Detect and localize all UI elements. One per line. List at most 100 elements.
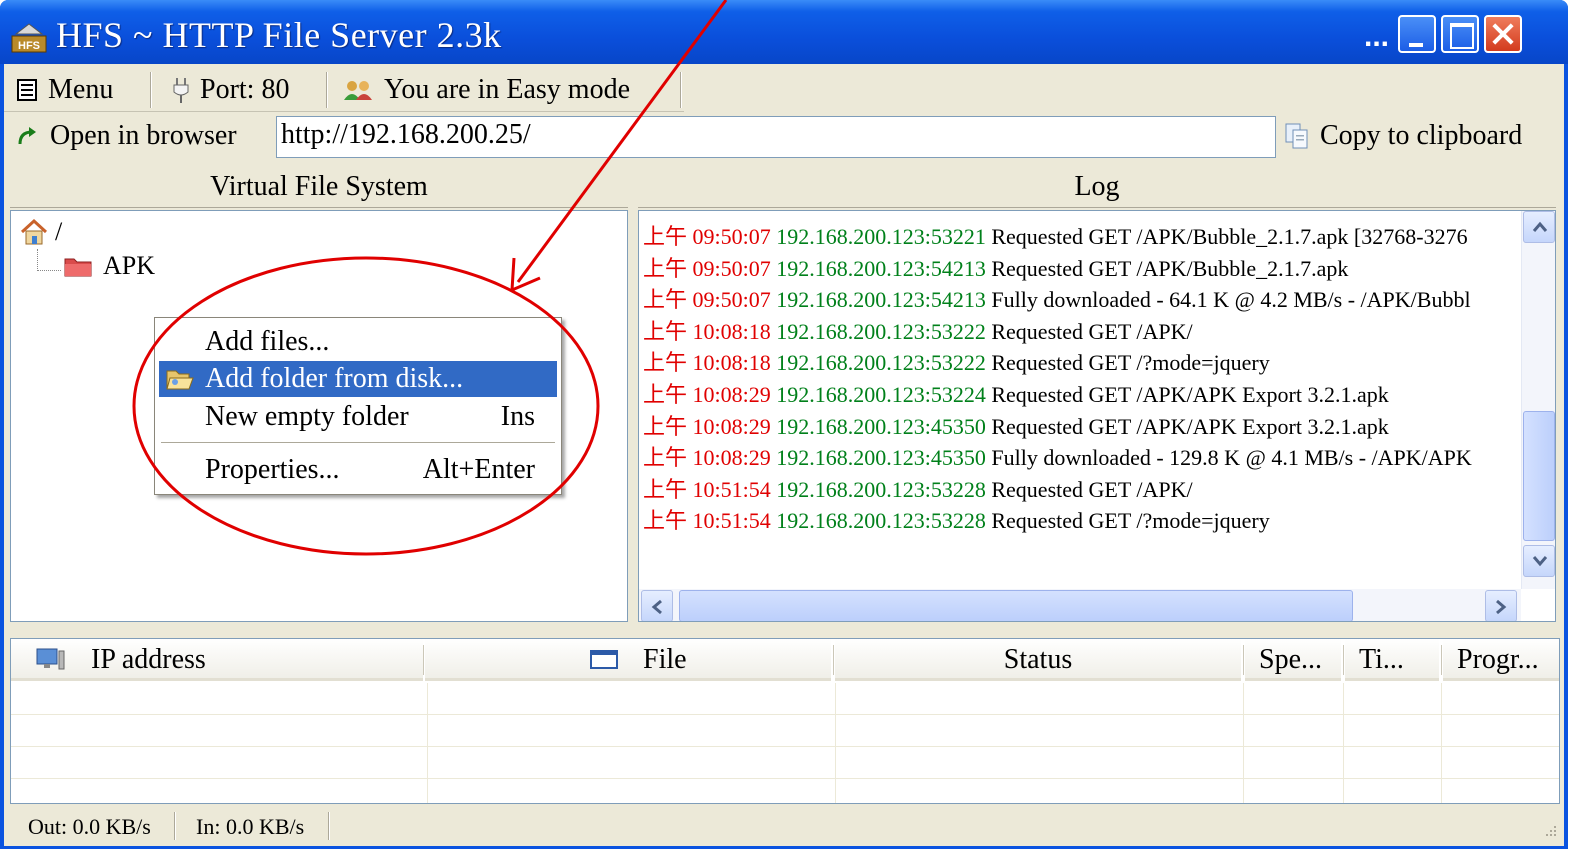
menu-item-label: Add folder from disk... (205, 363, 464, 394)
scroll-right-button[interactable] (1485, 590, 1517, 621)
log-ip: 192.168.200.123:45350 (776, 413, 986, 439)
log-ip: 192.168.200.123:54213 (776, 287, 986, 313)
log-entry: 上午 10:51:54 192.168.200.123:53228 Reques… (643, 472, 1193, 504)
column-label: File (643, 644, 687, 675)
column-separator (833, 645, 834, 675)
scroll-up-button[interactable] (1523, 211, 1555, 243)
log-entry: 上午 10:08:18 192.168.200.123:53222 Reques… (643, 314, 1193, 346)
menu-item-new-empty-folder[interactable]: New empty folder Ins (159, 399, 557, 435)
log-entry: 上午 09:50:07 192.168.200.123:54213 Fully … (643, 282, 1471, 314)
menu-button[interactable]: Menu (16, 74, 113, 106)
log-entry: 上午 10:08:29 192.168.200.123:45350 Reques… (643, 409, 1389, 441)
column-separator (1243, 645, 1244, 675)
log-ip: 192.168.200.123:54213 (776, 255, 986, 281)
log-time: 上午 10:51:54 (643, 508, 771, 534)
title-menu-dots[interactable]: ... (1364, 20, 1389, 54)
log-ip: 192.168.200.123:53222 (776, 350, 986, 376)
log-panel[interactable]: 上午 09:50:07 192.168.200.123:53221 Reques… (638, 210, 1556, 622)
status-bar: Out: 0.0 KB/s In: 0.0 KB/s (4, 806, 1564, 846)
url-field[interactable]: http://192.168.200.25/ (276, 116, 1276, 158)
log-ip: 192.168.200.123:53224 (776, 382, 986, 407)
column-speed[interactable]: Spe... (1245, 639, 1341, 681)
tree-connector (37, 249, 61, 271)
open-arrow-icon (18, 127, 36, 145)
column-progress[interactable]: Progr... (1443, 639, 1559, 681)
chevron-up-icon (1532, 221, 1548, 232)
open-in-browser-button[interactable]: Open in browser (16, 120, 237, 152)
log-vertical-scrollbar[interactable] (1521, 211, 1555, 589)
log-ip: 192.168.200.123:53228 (776, 508, 986, 534)
log-message: Fully downloaded - 129.8 K @ 4.1 MB/s - … (991, 445, 1472, 471)
log-time: 上午 10:08:29 (643, 445, 771, 471)
column-ip-address[interactable]: IP address (11, 639, 423, 681)
column-separator (1441, 645, 1442, 675)
maximize-button[interactable] (1441, 15, 1479, 53)
menu-item-shortcut: Alt+Enter (422, 454, 535, 485)
menu-item-properties[interactable]: Properties... Alt+Enter (159, 452, 557, 488)
scroll-thumb-horizontal[interactable] (679, 590, 1353, 621)
log-time: 上午 10:08:29 (643, 382, 771, 407)
mode-button[interactable]: You are in Easy mode (342, 74, 630, 106)
copy-to-clipboard-button[interactable]: Copy to clipboard (1284, 120, 1522, 152)
vfs-root-node[interactable]: / (19, 217, 62, 247)
log-ip: 192.168.200.123:45350 (776, 445, 986, 471)
menu-icon (17, 79, 37, 101)
log-time: 上午 10:08:18 (643, 350, 771, 376)
menu-item-label: New empty folder (205, 401, 409, 432)
log-message: Fully downloaded - 64.1 K @ 4.2 MB/s - /… (991, 287, 1471, 313)
port-button[interactable]: Port: 80 (172, 74, 289, 106)
status-in-speed: In: 0.0 KB/s (196, 814, 305, 839)
log-time: 上午 09:50:07 (643, 255, 771, 281)
menu-separator (161, 442, 555, 444)
vfs-folder-apk[interactable]: APK (63, 251, 155, 281)
scroll-down-button[interactable] (1523, 545, 1555, 577)
menu-item-add-files[interactable]: Add files... (159, 324, 557, 360)
scroll-thumb-vertical[interactable] (1523, 411, 1555, 541)
close-button[interactable] (1484, 15, 1522, 53)
log-time: 上午 09:50:07 (643, 287, 771, 313)
log-entry: 上午 09:50:07 192.168.200.123:53221 Reques… (643, 219, 1468, 251)
grid-line (427, 683, 428, 803)
resize-grip-icon[interactable] (1540, 824, 1558, 842)
log-entry: 上午 09:50:07 192.168.200.123:54213 Reques… (643, 251, 1348, 283)
log-message: Requested GET /?mode=jquery (991, 350, 1270, 376)
log-message: Requested GET /APK/ (991, 476, 1193, 502)
pane-splitter[interactable] (630, 164, 636, 624)
table-row (11, 748, 1559, 779)
port-label: Port: 80 (200, 74, 290, 105)
minimize-button[interactable] (1398, 15, 1436, 53)
scroll-left-button[interactable] (641, 590, 673, 621)
log-horizontal-scrollbar[interactable] (639, 589, 1521, 621)
chevron-right-icon (1496, 599, 1507, 615)
toolbar-separator (150, 72, 152, 108)
log-entry: 上午 10:51:54 192.168.200.123:53228 Reques… (643, 503, 1270, 535)
plug-icon (173, 78, 189, 103)
context-menu: Add files... Add folder from disk... New… (154, 317, 562, 495)
vfs-root-label: / (55, 217, 63, 246)
menu-item-label: Add files... (205, 326, 330, 357)
folder-icon (64, 258, 92, 277)
chevron-down-icon (1532, 556, 1548, 567)
column-file[interactable]: File (425, 639, 831, 681)
log-message: Requested GET /APK/Bubble_2.1.7.apk [327… (991, 224, 1468, 249)
grid-line (1441, 683, 1442, 803)
column-status[interactable]: Status (835, 639, 1241, 681)
title-bar[interactable]: HFS HFS ~ HTTP File Server 2.3k ... (0, 0, 1568, 64)
log-entry: 上午 10:08:18 192.168.200.123:53222 Reques… (643, 345, 1270, 377)
svg-text:HFS: HFS (18, 40, 40, 52)
log-time: 上午 09:50:07 (643, 224, 771, 249)
menu-item-add-folder-from-disk[interactable]: Add folder from disk... (159, 361, 557, 397)
column-time[interactable]: Ti... (1345, 639, 1439, 681)
connections-list[interactable]: IP address File Status Spe... Ti... Prog… (10, 638, 1560, 804)
menu-item-label: Properties... (205, 454, 340, 485)
log-ip: 192.168.200.123:53222 (776, 318, 986, 344)
column-label: IP address (91, 644, 206, 675)
log-ip: 192.168.200.123:53221 (776, 224, 986, 249)
table-row (11, 780, 1559, 803)
table-row (11, 684, 1559, 715)
toolbar-separator (326, 72, 328, 108)
grid-line (1343, 683, 1344, 803)
mode-label: You are in Easy mode (384, 74, 631, 105)
log-time: 上午 10:08:29 (643, 413, 771, 439)
vfs-folder-label: APK (103, 251, 156, 280)
